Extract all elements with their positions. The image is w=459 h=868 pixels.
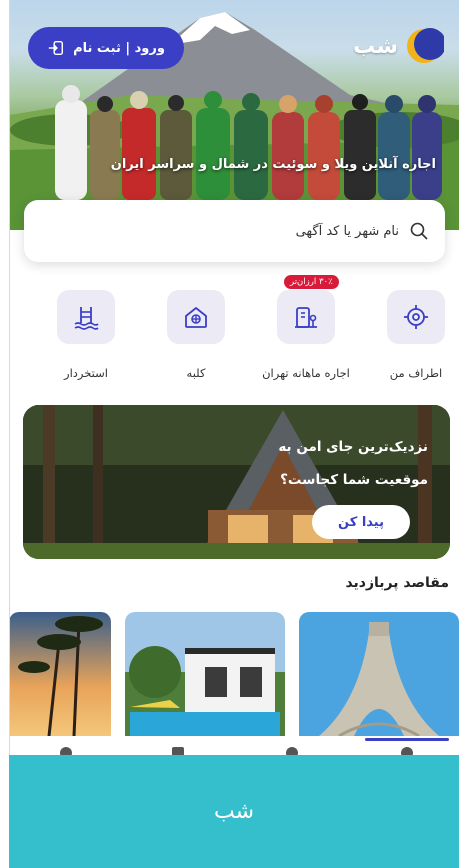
category-icon-box [277, 290, 335, 344]
bottom-app-bar: شب [9, 755, 459, 868]
destination-card-beach[interactable] [10, 612, 111, 736]
category-icon-box [57, 290, 115, 344]
category-pool[interactable]: استخردار [36, 288, 136, 380]
promo-text: نزدیک‌ترین جای امن به موقعیت شما کجاست؟ [278, 439, 428, 488]
destination-card-villa[interactable] [125, 612, 285, 736]
discount-badge: ۳۰٪ ارزان‌تر [284, 275, 339, 289]
find-button[interactable]: پیدا کن [312, 505, 410, 539]
category-label: اجاره ماهانه تهران [262, 366, 350, 380]
category-label: کلبه [186, 366, 206, 380]
search-placeholder: نام شهر یا کد آگهی [295, 223, 399, 239]
brand-logo[interactable]: شب [353, 26, 444, 66]
category-shortcuts: اطراف من ۳۰٪ ارزان‌تر اجاره ماهانه تهران [10, 275, 459, 388]
category-icon-box [167, 290, 225, 344]
bottom-nav-active-indicator [365, 738, 449, 741]
category-label: اطراف من [389, 366, 443, 380]
login-icon [48, 40, 64, 56]
category-cabin[interactable]: کلبه [146, 288, 246, 380]
section-title-popular-destinations: مقاصد پربازدید [345, 575, 449, 591]
cabin-icon [185, 307, 207, 328]
login-register-button[interactable]: ورود | ثبت نام [28, 27, 184, 69]
moon-logo-icon [407, 28, 444, 63]
building-icon [295, 307, 317, 328]
app-screen: ورود | ثبت نام شب اجاره آنلاین ویلا و سو… [9, 0, 459, 755]
location-target-icon [404, 305, 428, 329]
pool-icon [74, 307, 99, 330]
category-label: استخردار [64, 366, 108, 380]
brand-wordmark: شب [353, 33, 398, 59]
bottom-bar-title: شب [213, 799, 255, 824]
destination-card-tehran[interactable] [299, 612, 459, 736]
palm-beach-image [10, 612, 111, 736]
nearby-promo-banner[interactable]: نزدیک‌ترین جای امن به موقعیت شما کجاست؟ … [23, 405, 450, 559]
villa-pool-image [125, 612, 285, 736]
search-icon [410, 222, 428, 240]
category-nearby[interactable]: اطراف من [366, 288, 459, 380]
search-box[interactable]: نام شهر یا کد آگهی [24, 200, 445, 262]
category-monthly-tehran[interactable]: ۳۰٪ ارزان‌تر اجاره ماهانه تهران [256, 275, 356, 380]
login-label: ورود | ثبت نام [73, 40, 165, 56]
category-icon-box [387, 290, 445, 344]
azadi-tower-image [299, 612, 459, 736]
hero-banner: ورود | ثبت نام شب اجاره آنلاین ویلا و سو… [10, 0, 459, 230]
hero-tagline: اجاره آنلاین ویلا و سوئیت در شمال و سراس… [110, 157, 436, 172]
